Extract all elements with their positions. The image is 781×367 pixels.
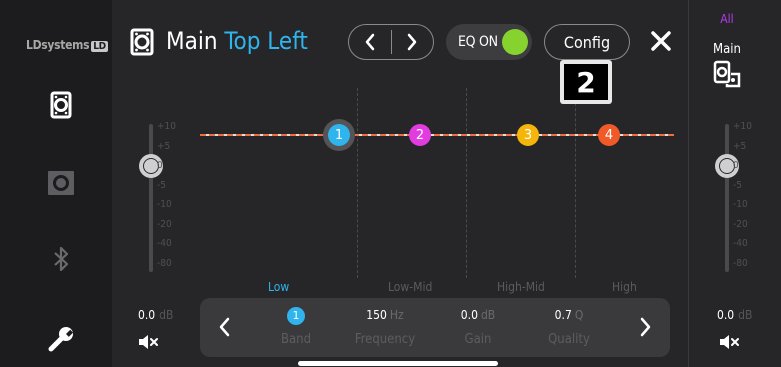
fader-scale-tick: -40 xyxy=(733,238,748,249)
fader-scale-tick: +5 xyxy=(157,140,171,152)
band-divider xyxy=(466,88,467,278)
speaker-group-icon xyxy=(713,60,741,88)
speaker-icon xyxy=(130,28,156,56)
eq-toggle[interactable]: EQ ON xyxy=(446,24,532,60)
band-label-low[interactable]: Low xyxy=(268,280,289,294)
fader-scale-tick: -80 xyxy=(157,257,172,269)
fader-scale-tick: -5 xyxy=(733,179,742,191)
band-number-badge: 1 xyxy=(287,307,305,325)
bluetooth-icon[interactable] xyxy=(46,244,76,274)
channel-nav xyxy=(348,24,434,60)
step-badge: 2 xyxy=(560,60,612,104)
eq-toggle-knob xyxy=(502,29,528,55)
quality-param[interactable]: 0.7 Q Quality xyxy=(524,306,614,347)
page-title: Main Top Left xyxy=(166,27,308,55)
band-label-high-mid[interactable]: High-Mid xyxy=(497,280,545,294)
band-divider xyxy=(575,88,576,278)
band-1-handle[interactable]: 1 xyxy=(328,124,350,146)
home-indicator[interactable] xyxy=(298,361,498,366)
master-fader-track[interactable] xyxy=(725,124,729,272)
band-2-handle[interactable]: 2 xyxy=(409,124,431,146)
band-parameters-panel: 1 Band 150 Hz Frequency 0.0 dB Gain 0.7 Q Q… xyxy=(200,298,670,357)
fader-scale-tick: -10 xyxy=(733,199,748,210)
frequency-param-label: Frequency xyxy=(354,332,416,347)
fader-scale-tick: +5 xyxy=(733,140,747,152)
sidebar: LDsystems LD xyxy=(0,0,112,367)
fader-scale-tick: -20 xyxy=(733,218,748,230)
band-divider xyxy=(357,88,358,278)
previous-button[interactable] xyxy=(349,25,391,59)
band-label-low-mid[interactable]: Low-Mid xyxy=(388,280,432,294)
subwoofer-icon[interactable] xyxy=(46,168,76,198)
chevron-left-icon xyxy=(219,317,230,337)
gain-fader-track[interactable] xyxy=(149,124,153,272)
band-4-handle[interactable]: 4 xyxy=(598,124,620,146)
chevron-left-icon xyxy=(365,33,375,51)
chevron-right-icon xyxy=(407,33,417,51)
master-panel: All Main 0.0 dB +10 +5 0 -5 -10 -20 -40 -80 xyxy=(688,0,781,367)
config-button[interactable]: Config xyxy=(544,24,630,60)
eq-main-panel: Main Top Left EQ ON Config 2 1 2 3 4 Low… xyxy=(112,0,688,367)
fader-scale-tick: -80 xyxy=(733,257,748,269)
chevron-right-icon xyxy=(640,317,651,337)
frequency-param[interactable]: 150 Hz Frequency xyxy=(340,306,430,347)
all-channels-button[interactable]: All xyxy=(689,12,765,26)
fader-scale-tick: +10 xyxy=(733,121,752,132)
master-gain-readout: 0.0 dB xyxy=(717,308,753,322)
close-button[interactable] xyxy=(646,26,676,56)
close-icon xyxy=(651,31,671,51)
fader-scale-tick: 0 xyxy=(733,160,739,171)
next-button[interactable] xyxy=(391,25,433,59)
wrench-icon[interactable] xyxy=(46,324,76,354)
fader-scale-tick: -20 xyxy=(157,218,172,230)
fader-scale-tick: -5 xyxy=(157,179,166,191)
fader-scale-tick: +10 xyxy=(157,121,176,132)
channel-label: Main xyxy=(713,42,741,57)
band-3-handle[interactable]: 3 xyxy=(517,124,539,146)
band-param[interactable]: 1 Band xyxy=(251,306,341,347)
gain-readout: 0.0 dB xyxy=(138,308,174,322)
speaker-icon[interactable] xyxy=(46,90,76,120)
band-label-high[interactable]: High xyxy=(612,280,637,294)
gain-param-label: Gain xyxy=(464,332,492,347)
quality-param-label: Quality xyxy=(548,332,590,347)
fader-scale-tick: -10 xyxy=(157,199,172,210)
fader-scale-tick: -40 xyxy=(157,238,172,249)
previous-band-button[interactable] xyxy=(214,314,234,340)
next-band-button[interactable] xyxy=(636,314,656,340)
mute-icon[interactable] xyxy=(138,334,158,350)
mute-icon[interactable] xyxy=(719,334,739,350)
fader-scale-tick: 0 xyxy=(157,160,163,171)
eq-toggle-label: EQ ON xyxy=(458,34,498,50)
band-param-label: Band xyxy=(280,332,312,347)
brand-logo: LDsystems LD xyxy=(26,38,108,52)
gain-param[interactable]: 0.0 dB Gain xyxy=(433,306,523,347)
